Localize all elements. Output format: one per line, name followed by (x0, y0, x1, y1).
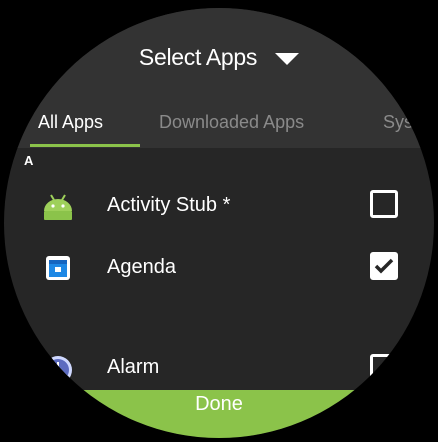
checkbox-unchecked[interactable] (370, 190, 398, 218)
android-icon (44, 194, 72, 220)
header: Select Apps (4, 8, 434, 100)
tab-system-apps[interactable]: Sys (383, 112, 413, 133)
tab-all-apps[interactable]: All Apps (38, 112, 103, 133)
watch-screen: Select Apps All Apps Downloaded Apps Sys… (4, 8, 434, 438)
done-button-label: Done (195, 393, 243, 415)
tab-downloaded-apps[interactable]: Downloaded Apps (159, 112, 304, 133)
section-header: A (24, 153, 34, 168)
caret-down-icon (275, 53, 300, 65)
tab-active-indicator (30, 144, 140, 147)
page-title: Select Apps (138, 44, 258, 70)
check-icon (374, 258, 394, 274)
app-name: Agenda (107, 256, 176, 278)
checkbox-checked[interactable] (370, 252, 398, 280)
checkbox-unchecked[interactable] (370, 354, 398, 382)
list-item-agenda[interactable]: Agenda (4, 238, 434, 302)
clock-icon (44, 356, 72, 384)
calendar-icon (46, 256, 70, 280)
list-item-activity-stub[interactable]: Activity Stub * (4, 176, 434, 240)
tab-bar: All Apps Downloaded Apps Sys (4, 100, 434, 148)
app-name: Alarm (107, 356, 160, 378)
done-button[interactable]: Done (4, 390, 434, 438)
select-apps-dropdown[interactable]: Select Apps (4, 44, 434, 71)
app-name: Activity Stub * (107, 194, 231, 216)
